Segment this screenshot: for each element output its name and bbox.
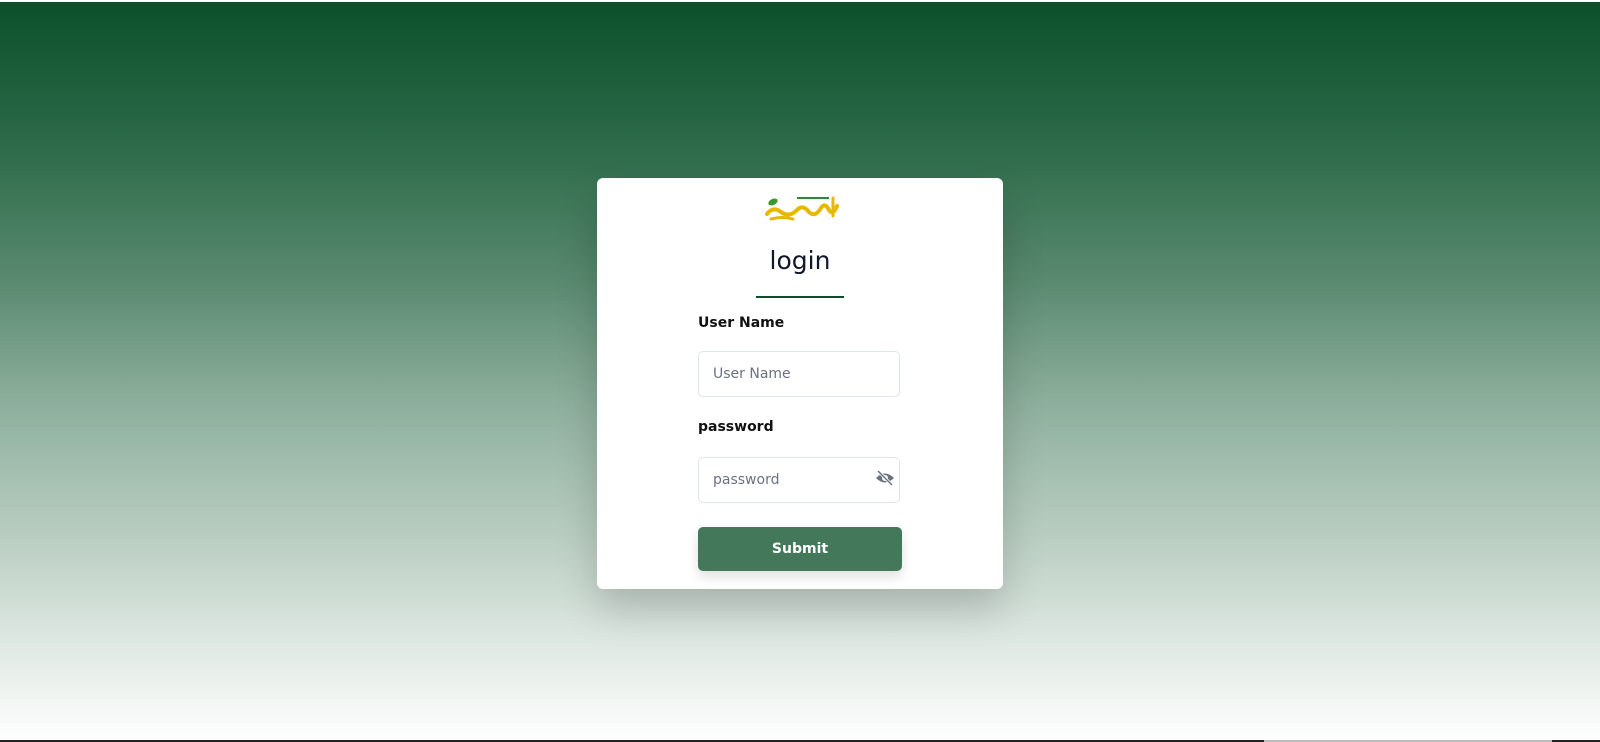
username-input[interactable]	[698, 351, 900, 397]
password-input[interactable]	[698, 457, 900, 503]
submit-button[interactable]: Submit	[698, 527, 902, 571]
login-card: login User Name password Submit	[597, 178, 1003, 589]
top-edge	[0, 0, 1600, 2]
page-title: login	[769, 246, 831, 275]
brand-logo	[765, 196, 839, 221]
title-underline	[756, 296, 844, 298]
username-label: User Name	[698, 315, 785, 331]
eye-slash-icon[interactable]	[875, 470, 895, 486]
password-label: password	[698, 419, 774, 435]
